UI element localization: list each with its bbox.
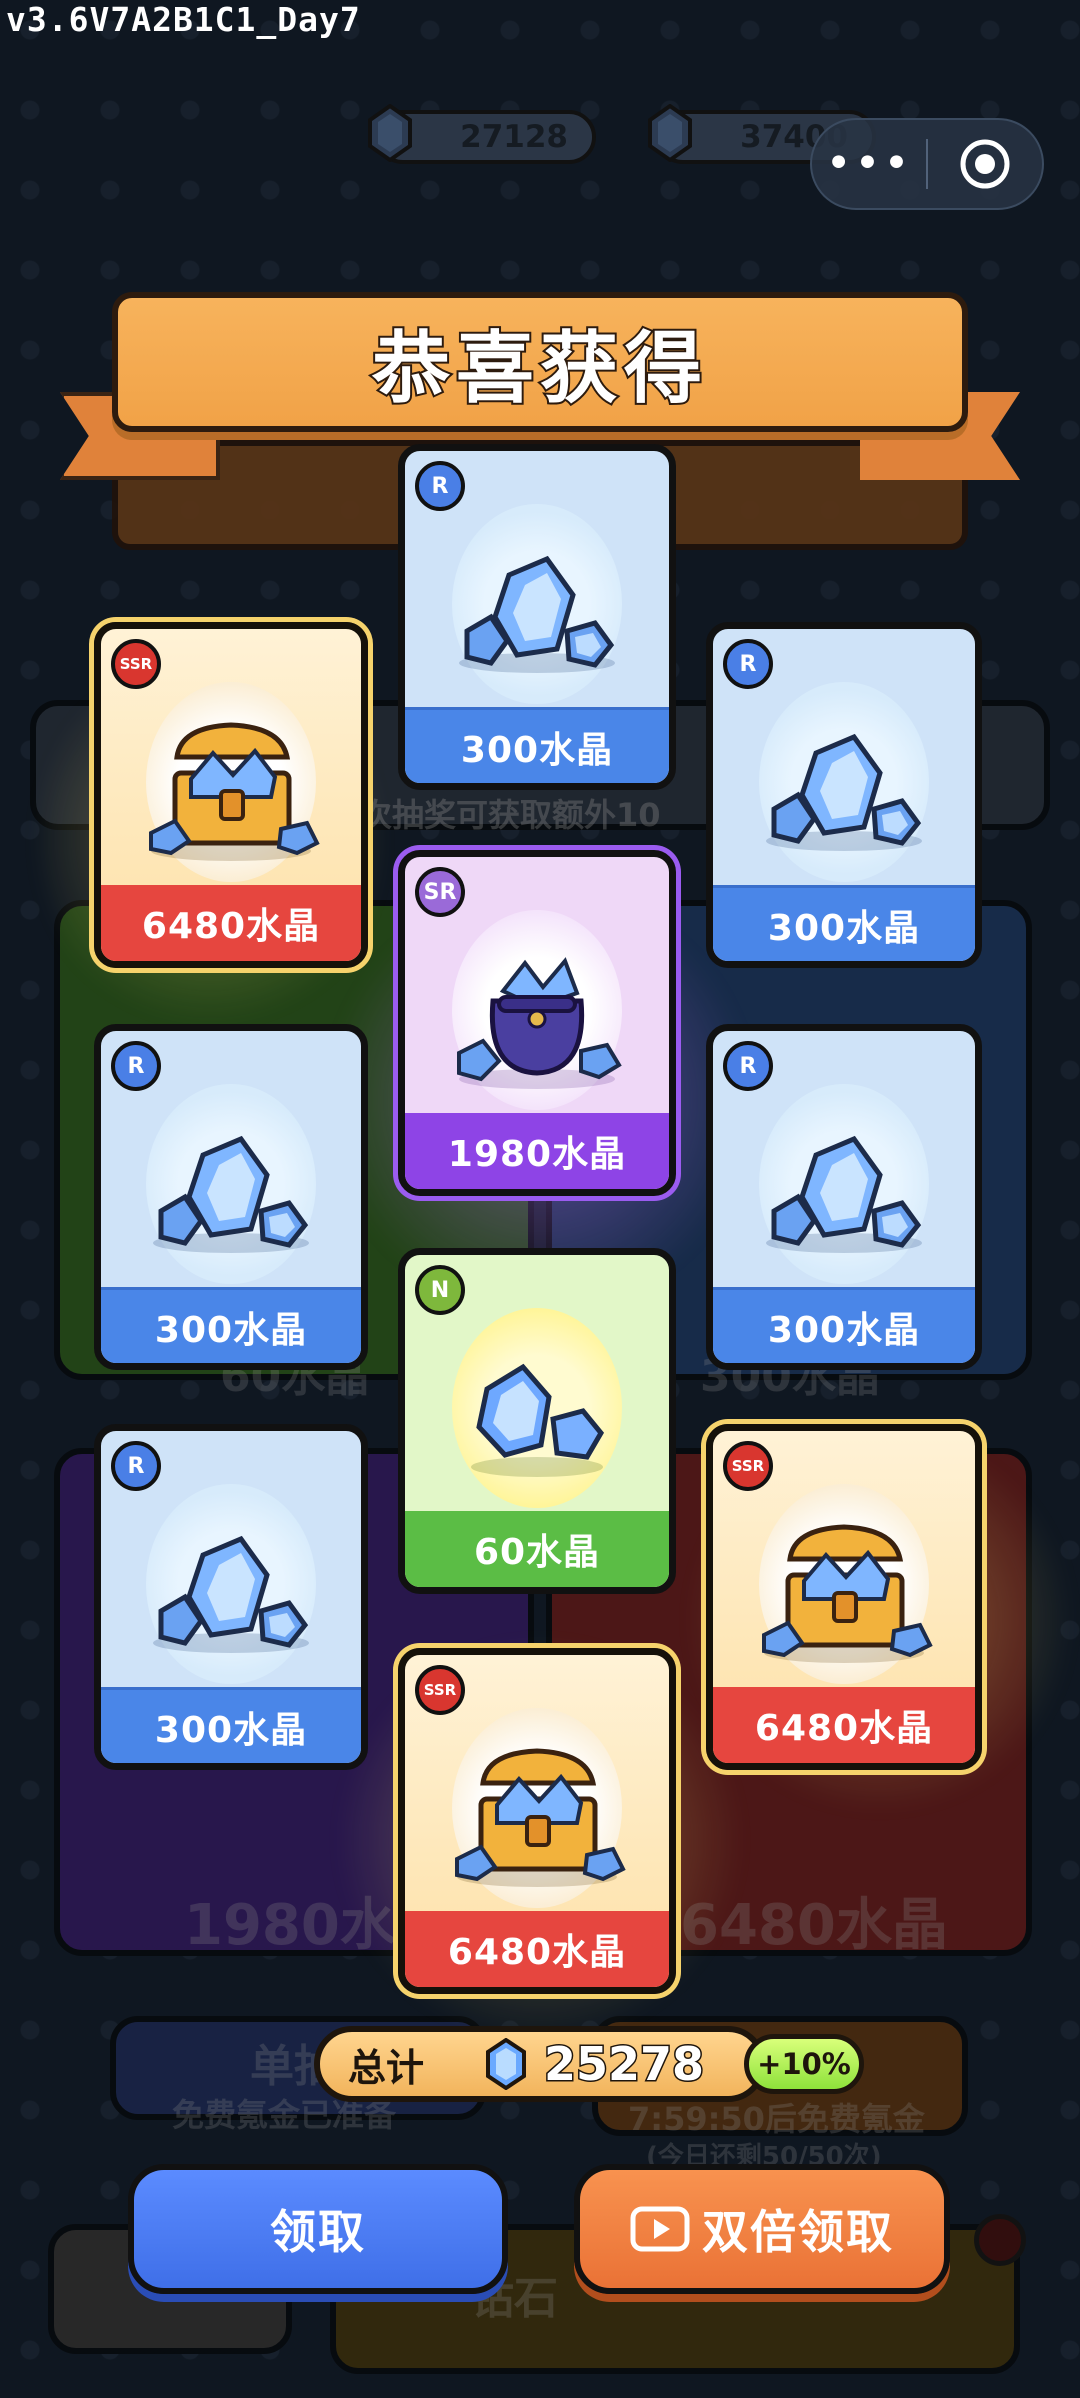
card-label: 300水晶	[101, 1687, 361, 1763]
reward-card: R 300水晶	[94, 1024, 368, 1370]
card-label: 6480水晶	[405, 1911, 669, 1987]
claim-button-label: 领取	[270, 2205, 366, 2259]
diamond-icon	[648, 104, 692, 162]
rarity-badge: R	[415, 461, 465, 511]
card-label: 300水晶	[101, 1287, 361, 1363]
total-value: 25278	[543, 2036, 706, 2093]
video-play-icon	[630, 2206, 690, 2252]
crystal-icon	[486, 2038, 527, 2090]
rarity-badge: SSR	[415, 1665, 465, 1715]
reward-card: SSR 6480水晶	[94, 622, 368, 968]
reward-card: R 300水晶	[706, 1024, 982, 1370]
rarity-badge: N	[415, 1265, 465, 1315]
reward-card: R 300水晶	[94, 1424, 368, 1770]
rarity-badge: R	[723, 1041, 773, 1091]
treasure-chest-icon	[754, 1515, 934, 1665]
total-label: 总计	[348, 2045, 425, 2090]
total-bar: 总计 25278	[314, 2026, 766, 2102]
reward-card: SSR 6480水晶	[706, 1424, 982, 1770]
more-menu-button[interactable]: •••	[812, 118, 926, 210]
card-label: 6480水晶	[101, 885, 361, 961]
treasure-chest-icon	[447, 1739, 627, 1889]
reward-card: SR 1980水晶	[398, 850, 676, 1196]
card-label: 60水晶	[405, 1511, 669, 1587]
crystal-icon	[368, 104, 412, 162]
rarity-badge: SSR	[111, 639, 161, 689]
card-label: 300水晶	[713, 885, 975, 961]
close-miniprogram-button[interactable]	[928, 137, 1042, 191]
crystal-bag-icon	[447, 941, 627, 1091]
reward-banner: 恭喜获得	[112, 292, 968, 432]
crystal-count: 27128	[460, 119, 568, 155]
crystal-pile-icon	[141, 1525, 321, 1655]
reward-card: N 60水晶	[398, 1248, 676, 1594]
rarity-badge: SR	[415, 867, 465, 917]
double-claim-label: 双倍领取	[702, 2205, 894, 2259]
rarity-badge: SSR	[723, 1441, 773, 1491]
card-label: 300水晶	[405, 707, 669, 783]
reward-card: SSR 6480水晶	[398, 1648, 676, 1994]
target-icon	[960, 139, 1010, 189]
bonus-badge: +10%	[744, 2034, 864, 2094]
miniprogram-capsule: •••	[810, 118, 1044, 210]
crystal-pile-icon	[754, 723, 934, 853]
rarity-badge: R	[723, 639, 773, 689]
version-label: v3.6V7A2B1C1_Day7	[6, 0, 361, 39]
card-label: 1980水晶	[405, 1113, 669, 1189]
rarity-badge: R	[111, 1041, 161, 1091]
crystal-pile-icon	[754, 1125, 934, 1255]
reward-title: 恭喜获得	[370, 322, 708, 416]
card-label: 300水晶	[713, 1287, 975, 1363]
claim-button[interactable]: 领取	[128, 2164, 508, 2294]
small-crystal-icon	[457, 1349, 617, 1479]
reward-card: R 300水晶	[706, 622, 982, 968]
double-claim-button[interactable]: 双倍领取	[574, 2164, 950, 2294]
reward-card: R 300水晶	[398, 444, 676, 790]
treasure-chest-icon	[141, 713, 321, 863]
crystal-pile-icon	[141, 1125, 321, 1255]
rarity-badge: R	[111, 1441, 161, 1491]
card-label: 6480水晶	[713, 1687, 975, 1763]
crystal-pile-icon	[447, 545, 627, 675]
